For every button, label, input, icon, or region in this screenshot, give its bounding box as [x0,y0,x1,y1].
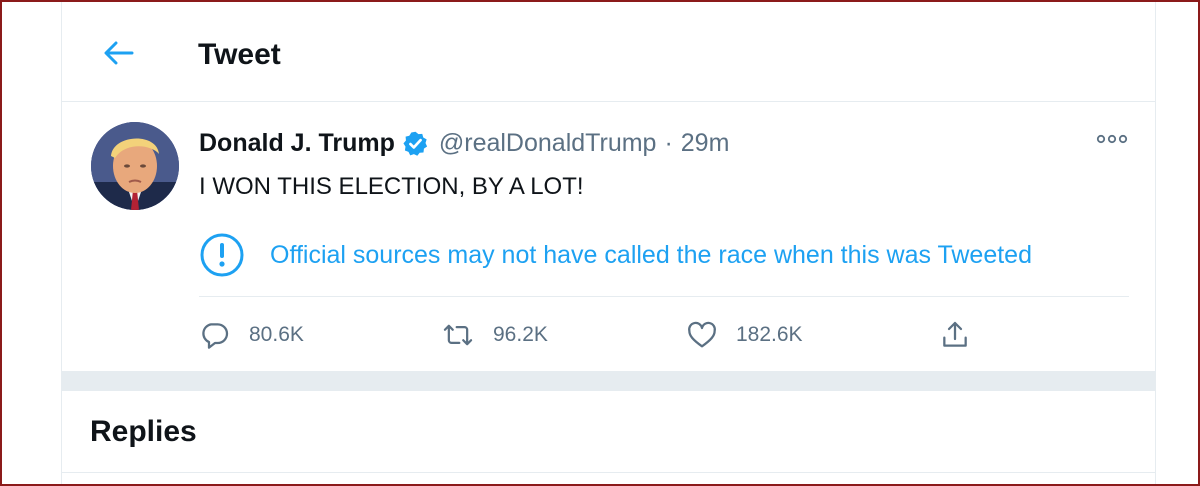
separator-dot: · [664,128,673,157]
election-notice-label[interactable]: Official sources may not have called the… [199,231,1032,279]
more-options-button[interactable] [1095,129,1129,153]
alert-circle-icon [199,232,245,278]
reply-count: 80.6K [249,323,304,346]
tweet-detail-column: Tweet Donald J. Trump @realDonaldTrump ·… [61,2,1156,484]
share-button[interactable] [939,315,971,355]
like-count: 182.6K [736,323,803,346]
verified-badge-icon [402,130,429,157]
heart-icon [686,319,718,351]
author-name[interactable]: Donald J. Trump [199,129,395,158]
tweet-text: I WON THIS ELECTION, BY A LOT! [199,173,584,200]
retweet-count: 96.2K [493,323,548,346]
tweet-divider [199,296,1129,297]
election-notice-text: Official sources may not have called the… [270,240,1032,269]
tweet-timestamp[interactable]: 29m [681,129,730,158]
author-handle[interactable]: @realDonaldTrump [439,129,657,158]
replies-header: Replies [62,391,1155,473]
avatar[interactable] [91,122,179,210]
like-button[interactable]: 182.6K [686,315,803,355]
reply-button[interactable]: 80.6K [199,315,304,355]
arrow-left-icon [102,39,136,72]
page-header: Tweet [62,2,1155,102]
tweet: Donald J. Trump @realDonaldTrump · 29m I… [62,103,1155,371]
retweet-icon [441,319,475,351]
more-horizontal-icon [1096,132,1128,150]
tweet-author-row: Donald J. Trump @realDonaldTrump · 29m [199,127,729,159]
back-button[interactable] [99,35,139,75]
share-icon [939,319,971,351]
reply-icon [199,319,231,351]
retweet-button[interactable]: 96.2K [441,315,548,355]
page-title: Tweet [198,38,281,71]
section-gap [62,371,1155,391]
tweet-actions: 80.6K 96.2K 182.6K [199,315,999,355]
replies-title: Replies [90,415,197,448]
